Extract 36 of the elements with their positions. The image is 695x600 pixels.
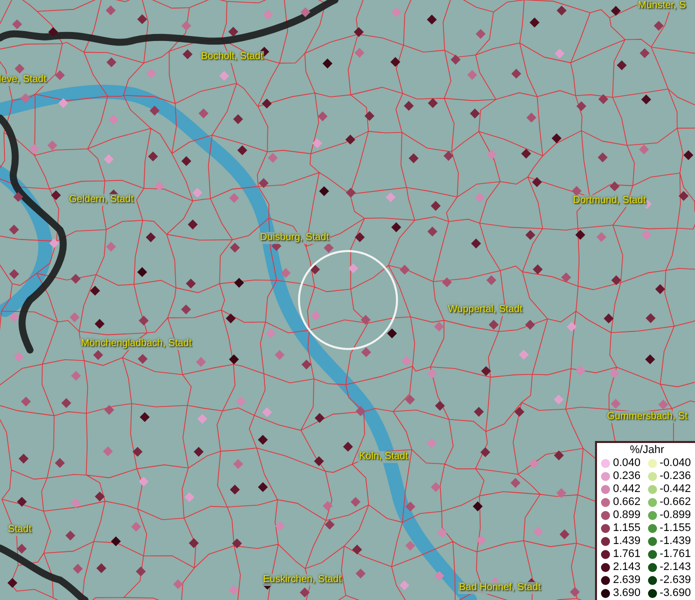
place-label: Duisburg, Stadt xyxy=(259,232,330,244)
place-label: leve, Stadt xyxy=(0,74,48,86)
legend-title: %/Jahr xyxy=(628,444,666,457)
legend-value: -3.690 xyxy=(660,587,691,600)
legend-value: -2.143 xyxy=(660,561,691,574)
legend-value: 2.639 xyxy=(613,574,641,587)
legend-value: 1.439 xyxy=(613,535,641,548)
legend-value: 0.662 xyxy=(613,496,641,509)
place-label: Dortmund, Stadt xyxy=(572,195,647,207)
legend-value: 0.236 xyxy=(613,470,641,483)
place-label: Bad Honnef, Stadt xyxy=(458,582,542,594)
place-label: Geldern, Stadt xyxy=(68,194,134,206)
place-label: Mönchengladbach, Stadt xyxy=(80,338,193,350)
legend-value: -0.236 xyxy=(660,470,691,483)
legend-value: 2.143 xyxy=(613,561,641,574)
legend-value: -0.899 xyxy=(660,509,691,522)
place-label: Gummersbach, St xyxy=(606,411,689,423)
place-label: Münster, S xyxy=(637,0,687,12)
place-label: Bocholt, Stadt xyxy=(200,51,264,63)
legend-value: -1.155 xyxy=(660,522,691,535)
legend-value: -0.662 xyxy=(660,496,691,509)
legend-value: 0.899 xyxy=(613,509,641,522)
place-label: Euskirchen, Stadt xyxy=(262,574,342,586)
legend-value: -2.639 xyxy=(660,574,691,587)
place-label: Stadt xyxy=(7,524,32,536)
legend-value: -0.040 xyxy=(660,457,691,470)
legend-value: 0.442 xyxy=(613,483,641,496)
legend-value: 1.761 xyxy=(613,548,641,561)
legend-value: -0.442 xyxy=(660,483,691,496)
place-label: Wuppertal, Stadt xyxy=(447,304,524,316)
legend-value: -1.761 xyxy=(660,548,691,561)
legend-value: 1.155 xyxy=(613,522,641,535)
legend-value: 3.690 xyxy=(613,587,641,600)
legend-value: -1.439 xyxy=(660,535,691,548)
place-label: Köln, Stadt xyxy=(358,451,409,463)
legend-value: 0.040 xyxy=(613,457,641,470)
